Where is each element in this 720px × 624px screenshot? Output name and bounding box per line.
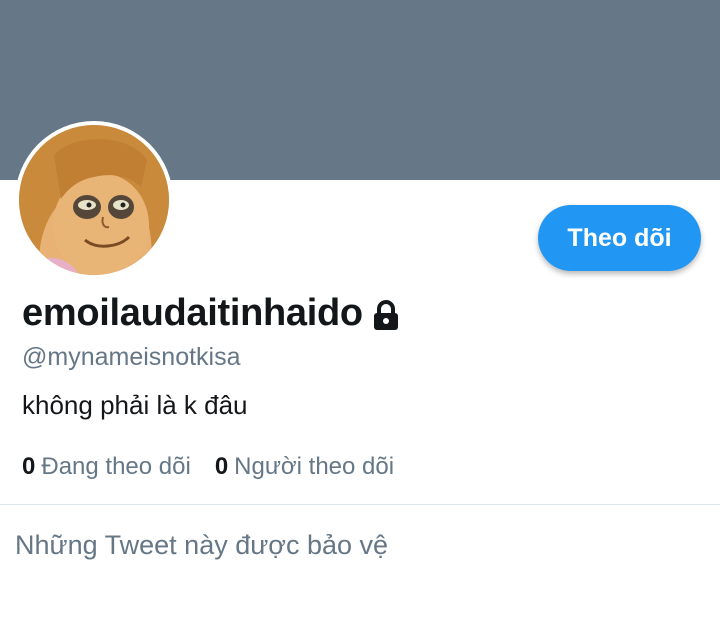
- display-name: emoilaudaitinhaido: [22, 292, 363, 334]
- lock-icon: [371, 299, 401, 332]
- profile-stats: 0 Đang theo dõi 0 Người theo dõi: [22, 453, 418, 481]
- profile-bio: không phải là k đâu: [22, 390, 248, 420]
- following-stat[interactable]: 0 Đang theo dõi: [22, 453, 191, 481]
- followers-label: Người theo dõi: [234, 453, 395, 480]
- divider: [0, 504, 720, 505]
- display-name-row: emoilaudaitinhaido: [22, 292, 401, 335]
- avatar[interactable]: [15, 121, 173, 279]
- followers-stat[interactable]: 0 Người theo dõi: [215, 453, 394, 481]
- avatar-image: [19, 125, 169, 275]
- following-count: 0: [22, 453, 36, 480]
- followers-count: 0: [214, 453, 229, 480]
- following-label: Đang theo dõi: [41, 453, 191, 480]
- profile-handle: @mynameisnotkisa: [22, 343, 241, 371]
- profile-page: Theo dõi emoilaudaitinhaido @mynameisnot…: [0, 0, 720, 624]
- follow-button[interactable]: Theo dõi: [538, 205, 701, 271]
- protected-tweets-message: Những Tweet này được bảo vệ: [15, 530, 389, 560]
